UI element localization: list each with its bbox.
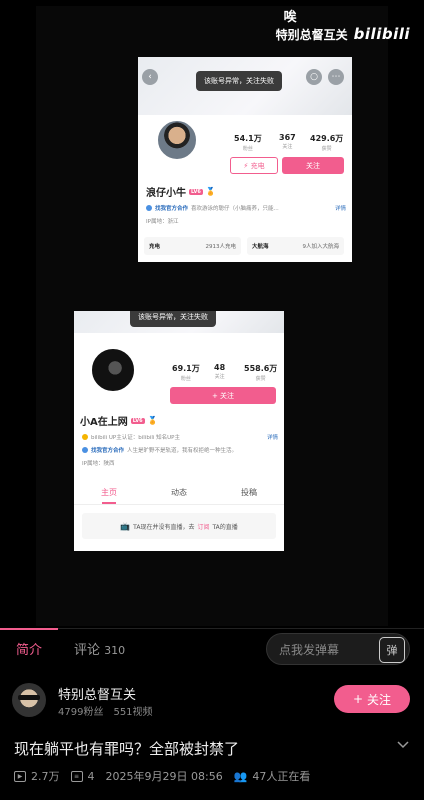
medal-icon: 🏅 (147, 416, 158, 425)
stat-fans: 69.1万 粉丝 (172, 364, 200, 382)
danmu-input[interactable]: 点我发弹幕 弹 (266, 633, 410, 665)
verify-text: bilibili UP主认证：bilibili 知名UP主 (91, 435, 180, 441)
watching-count: 47人正在看 (252, 770, 311, 783)
charge-button[interactable]: ⚡ 充电 (230, 157, 278, 174)
medal-icon: 🏅 (205, 187, 216, 196)
danmu-placeholder: 点我发弹幕 (279, 642, 340, 657)
level-badge: LV6 (189, 188, 203, 195)
avatar (156, 119, 198, 161)
plus-icon: + (352, 692, 364, 706)
coop-desc: 喜欢游泳的聪仔（小脑痛养，只能... (191, 206, 279, 212)
tab-intro[interactable]: 简介 (0, 627, 59, 675)
follow-label: 关注 (367, 692, 392, 707)
coop-desc: 人生是旷野不是轨道，我有权拒绝一种生活。 (127, 448, 238, 454)
avatar (90, 347, 136, 393)
live-prefix: TA现在并没有直播，去 (133, 523, 195, 531)
name-text: 浪仔小牛 (146, 188, 186, 199)
view-count: 2.7万 (31, 770, 60, 783)
live-notice: 📺 TA现在并没有直播，去 订阅 TA的直播 (82, 513, 276, 539)
charge-label: 充电 (250, 161, 265, 170)
uploader-videos: 551视频 (113, 707, 153, 718)
stat-likes: 429.6万 获赞 (310, 134, 344, 152)
profile-name: 浪仔小牛 LV6 🏅 (146, 184, 216, 199)
tab-uploads[interactable]: 投稿 (214, 483, 284, 504)
ip-location: IP属地：浙江 (146, 219, 179, 225)
comment-label: 评论 (74, 642, 101, 658)
tab-dynamic[interactable]: 动态 (144, 483, 214, 504)
coop-icon (82, 447, 88, 453)
profile-name: 小A在上网 LV6 🏅 (80, 413, 158, 428)
follow-button[interactable]: 关注 (282, 157, 344, 174)
follow-button[interactable]: + 关注 (170, 387, 276, 404)
danmaku-count: 4 (87, 769, 95, 783)
coop-tag: 找我官方合作 (91, 448, 125, 454)
follow-uploader-button[interactable]: + 关注 (334, 685, 410, 713)
video-player[interactable]: ‹ 该账号异常，关注失败 ○ ⋯ 54.1万 粉丝 367 关注 429.6万 获赞 … (0, 0, 424, 628)
ip-location: IP属地：陕西 (82, 461, 115, 467)
detail-link[interactable]: 详情 (335, 204, 346, 212)
stat-fans: 54.1万 粉丝 (234, 134, 262, 152)
profile-tabs: 主页 动态 投稿 (74, 483, 284, 505)
play-icon: ▶ (14, 770, 26, 782)
uploader-info: 特别总督互关 4799粉丝 551视频 + 关注 (12, 683, 412, 719)
tab-comments[interactable]: 评论 310 (58, 629, 141, 675)
tab-home[interactable]: 主页 (74, 483, 144, 504)
toast-message: 该账号异常，关注失败 (196, 71, 282, 91)
back-icon: ‹ (142, 69, 158, 85)
verify-row[interactable]: bilibili UP主认证：bilibili 知名UP主 详情 (82, 433, 278, 441)
coop-tag: 找我官方合作 (155, 206, 189, 212)
crew-stat[interactable]: 大航海 9人加入大航海 (247, 237, 344, 255)
video-meta: ▶ 2.7万 ≡ 4 2025年9月29日 08:56 👥 47人正在看 (14, 768, 310, 784)
coop-row[interactable]: 找我官方合作 人生是旷野不是轨道，我有权拒绝一种生活。 (82, 446, 237, 454)
profile-card-2: 该账号异常，关注失败 69.1万 粉丝 48 关注 558.6万 获赞 + 关注 小A… (74, 311, 284, 551)
stat-following: 367 关注 (279, 133, 296, 150)
live-suffix: TA的直播 (212, 523, 238, 531)
stat-likes: 558.6万 获赞 (244, 364, 278, 382)
video-frame: ‹ 该账号异常，关注失败 ○ ⋯ 54.1万 粉丝 367 关注 429.6万 获赞 … (36, 6, 388, 626)
stat-following: 48 关注 (214, 363, 226, 380)
more-icon: ⋯ (328, 69, 344, 85)
publish-date: 2025年9月29日 08:56 (105, 770, 223, 783)
video-title: 现在躺平也有罪吗？全部被封禁了 (14, 740, 240, 758)
bottom-bar: 充电 2913人充电 大航海 9人加入大航海 (144, 237, 344, 255)
uploader-meta: 4799粉丝 551视频 (58, 703, 153, 718)
profile-card-1: ‹ 该账号异常，关注失败 ○ ⋯ 54.1万 粉丝 367 关注 429.6万 获赞 … (138, 57, 352, 262)
uploader-fans: 4799粉丝 (58, 707, 104, 718)
charge-stat[interactable]: 充电 2913人充电 (144, 237, 241, 255)
level-badge: LV6 (130, 417, 145, 424)
tv-icon: 📺 (120, 521, 131, 531)
verify-icon (82, 434, 88, 440)
uploader-name[interactable]: 特别总督互关 (58, 684, 136, 703)
comment-count: 310 (104, 643, 126, 657)
bilibili-logo: bilibili (353, 25, 410, 43)
watermark-line1: 唉 (283, 10, 297, 25)
bolt-icon: ⚡ (243, 161, 249, 170)
name-text: 小A在上网 (80, 417, 128, 428)
search-icon: ○ (306, 69, 322, 85)
coop-icon (146, 205, 152, 211)
danmu-toggle-icon[interactable]: 弹 (379, 637, 405, 663)
watermark-channel: 特别总督互关 (275, 27, 348, 42)
subscribe-link[interactable]: 订阅 (197, 522, 209, 531)
toast-message: 该账号异常，关注失败 (130, 311, 216, 327)
coop-row[interactable]: 找我官方合作 喜欢游泳的聪仔（小脑痛养，只能... 详情 (146, 204, 346, 212)
uploader-avatar[interactable] (12, 683, 46, 717)
danmaku-icon: ≡ (70, 770, 83, 782)
viewers-icon: 👥 (233, 769, 248, 783)
detail-link[interactable]: 详情 (267, 433, 278, 441)
watermark: 唉 特别总督互关 bilibili (276, 6, 410, 43)
chevron-down-icon[interactable] (396, 740, 410, 753)
